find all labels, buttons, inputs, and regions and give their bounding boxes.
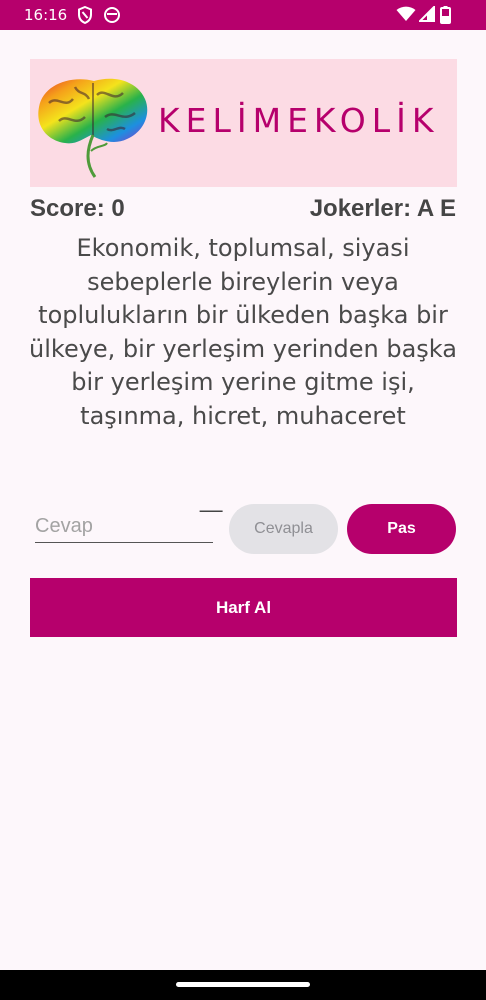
navigation-bar: [0, 970, 486, 1000]
answer-input[interactable]: [35, 510, 213, 543]
question-text: Ekonomik, toplumsal, siyasi sebeplerle b…: [29, 234, 457, 430]
answer-button[interactable]: Cevapla: [229, 504, 338, 554]
wifi-icon: [396, 6, 416, 21]
battery-icon: [440, 6, 451, 24]
brain-tree-icon: [38, 78, 148, 178]
pass-button[interactable]: Pas: [347, 504, 456, 554]
face-icon: [104, 7, 120, 23]
shield-icon: [78, 6, 92, 24]
jokers-label: Jokerler: A E: [309, 195, 456, 222]
get-letter-button[interactable]: Harf Al: [30, 578, 457, 637]
status-bar: 16:16: [0, 0, 486, 30]
app-logo: KELİMEKOLİK: [30, 59, 457, 187]
score-label: Score: 0: [30, 195, 125, 222]
signal-icon: [419, 6, 435, 22]
status-time: 16:16: [24, 6, 68, 24]
logo-text: KELİMEKOLİK: [158, 101, 440, 140]
home-handle[interactable]: [176, 982, 310, 987]
